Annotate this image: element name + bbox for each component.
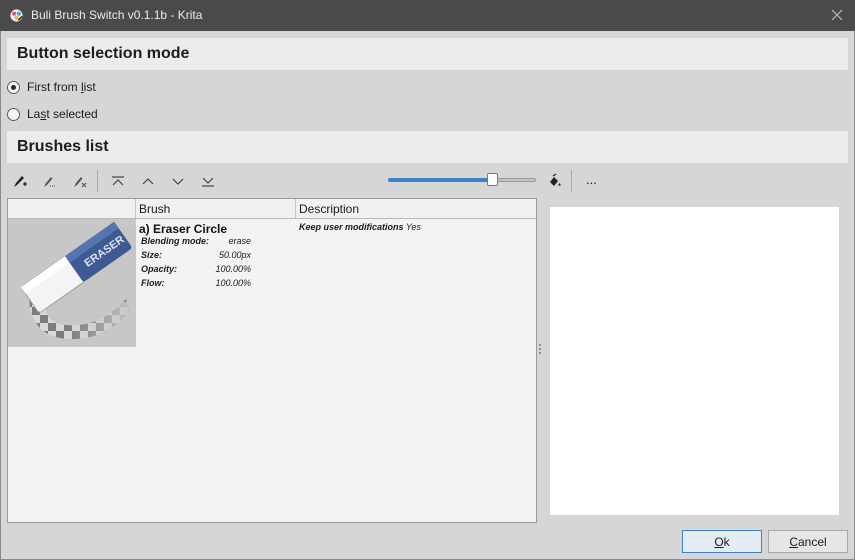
move-up-icon bbox=[142, 178, 154, 185]
zoom-slider[interactable] bbox=[388, 173, 536, 186]
add-brush-button[interactable] bbox=[9, 171, 31, 191]
brushes-toolbar: ... bbox=[7, 168, 848, 194]
move-first-button[interactable] bbox=[107, 171, 129, 191]
paint-bucket-button[interactable] bbox=[544, 171, 566, 191]
description-value: Yes bbox=[405, 222, 421, 232]
radio-button-unchecked[interactable] bbox=[7, 107, 20, 121]
column-header-thumbnail[interactable] bbox=[8, 199, 136, 218]
section-title-mode: Button selection mode bbox=[17, 45, 190, 62]
prop-key: Size: bbox=[141, 250, 163, 260]
title-bar: Buli Brush Switch v0.1.1b - Krita bbox=[0, 0, 855, 31]
brush-prop-flow: Flow: 100.00% bbox=[139, 278, 294, 292]
prop-key: Opacity: bbox=[141, 264, 178, 274]
prop-value: 50.00px bbox=[218, 250, 251, 260]
remove-brush-button[interactable] bbox=[68, 171, 90, 191]
section-header-brushes: Brushes list bbox=[7, 131, 848, 163]
section-header-mode: Button selection mode bbox=[7, 38, 848, 70]
eraser-icon: ERASER bbox=[20, 221, 136, 347]
radio-first-from-list[interactable]: First from list bbox=[7, 78, 96, 96]
close-icon[interactable] bbox=[829, 7, 845, 23]
brushes-table: Brush Description ERASER a) Eraser Circl… bbox=[7, 198, 537, 523]
radio-label-first-from-list: First from list bbox=[27, 80, 96, 94]
radio-last-selected[interactable]: Last selected bbox=[7, 105, 98, 123]
prop-value: 100.00% bbox=[215, 264, 251, 274]
krita-icon bbox=[10, 9, 23, 22]
slider-fill bbox=[388, 178, 491, 182]
move-last-button[interactable] bbox=[197, 171, 219, 191]
move-down-icon bbox=[172, 178, 184, 185]
description-cell: Keep user modifications Yes bbox=[299, 222, 421, 232]
section-title-brushes: Brushes list bbox=[17, 138, 109, 155]
column-header-brush[interactable]: Brush bbox=[136, 199, 296, 218]
remove-brush-icon bbox=[74, 177, 87, 188]
toolbar-separator bbox=[97, 170, 98, 192]
table-header: Brush Description bbox=[8, 199, 536, 219]
edit-brush-icon bbox=[44, 177, 56, 187]
brush-thumbnail: ERASER bbox=[8, 219, 136, 347]
prop-value: erase bbox=[228, 236, 251, 246]
add-brush-icon bbox=[14, 176, 27, 187]
paint-bucket-icon bbox=[550, 173, 561, 186]
column-header-description[interactable]: Description bbox=[296, 199, 536, 218]
slider-handle[interactable] bbox=[487, 173, 498, 186]
prop-key: Flow: bbox=[141, 278, 165, 288]
splitter-handle[interactable] bbox=[539, 344, 542, 354]
brush-prop-size: Size: 50.00px bbox=[139, 250, 294, 264]
move-down-button[interactable] bbox=[167, 171, 189, 191]
move-up-button[interactable] bbox=[137, 171, 159, 191]
brush-prop-opacity: Opacity: 100.00% bbox=[139, 264, 294, 278]
table-row[interactable]: ERASER a) Eraser Circle Blending mode: e… bbox=[8, 219, 536, 347]
move-last-icon bbox=[202, 177, 214, 187]
more-options-button[interactable]: ... bbox=[586, 172, 597, 187]
radio-label-last-selected: Last selected bbox=[27, 107, 98, 121]
radio-button-checked[interactable] bbox=[7, 80, 20, 94]
prop-key: Blending mode: bbox=[141, 236, 209, 246]
move-first-icon bbox=[112, 176, 124, 186]
description-key: Keep user modifications bbox=[299, 222, 404, 232]
brush-prop-blending-mode: Blending mode: erase bbox=[139, 236, 294, 250]
brush-name: a) Eraser Circle bbox=[139, 222, 228, 236]
prop-value: 100.00% bbox=[215, 278, 251, 288]
brush-cell: a) Eraser Circle Blending mode: erase Si… bbox=[139, 222, 294, 292]
window-title: Buli Brush Switch v0.1.1b - Krita bbox=[31, 8, 203, 22]
edit-brush-button[interactable] bbox=[38, 171, 60, 191]
ok-button[interactable]: Ok bbox=[682, 530, 762, 553]
cancel-button[interactable]: Cancel bbox=[768, 530, 848, 553]
toolbar-separator bbox=[571, 170, 572, 192]
brush-preview-panel bbox=[550, 207, 839, 515]
